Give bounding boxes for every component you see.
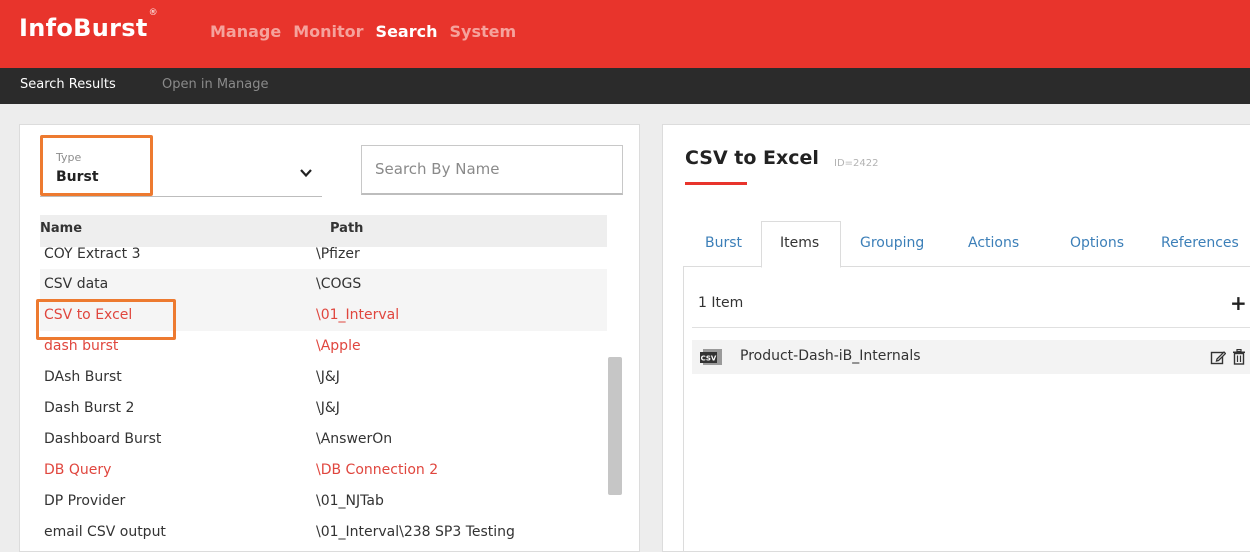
type-highlight-box <box>40 135 153 196</box>
divider <box>692 327 1250 328</box>
row-name: Dash Burst 2 <box>44 400 135 416</box>
search-placeholder: Search By Name <box>375 160 500 178</box>
row-name: dash burst <box>44 338 119 354</box>
column-header-name[interactable]: Name <box>40 221 82 236</box>
row-path: \01_Interval <box>316 307 400 323</box>
row-path: \J&J <box>316 369 340 385</box>
table-row[interactable]: COY Extract 3 \Pfizer <box>40 239 607 270</box>
nav-search[interactable]: Search <box>376 22 438 41</box>
detail-title: CSV to Excel <box>685 147 819 169</box>
nav-manage[interactable]: Manage <box>210 22 281 41</box>
search-results-tab[interactable]: Search Results <box>20 77 116 92</box>
edit-icon[interactable] <box>1210 349 1226 365</box>
burst-detail-panel: CSV to Excel ID=2422 Burst Items Groupin… <box>662 124 1250 552</box>
svg-text:CSV: CSV <box>701 355 717 363</box>
tab-grouping[interactable]: Grouping <box>860 235 924 251</box>
tab-options[interactable]: Options <box>1070 235 1124 251</box>
row-path: \01_NJTab <box>316 493 384 509</box>
detail-id: ID=2422 <box>834 158 879 169</box>
add-item-button[interactable]: + <box>1230 291 1247 315</box>
row-path: \01_Interval\238 SP3 Testing <box>316 524 515 540</box>
table-row[interactable]: Dashboard Burst \AnswerOn <box>40 424 607 455</box>
table-row[interactable]: DP Provider \01_NJTab <box>40 486 607 517</box>
row-path: \Pfizer <box>316 246 360 262</box>
row-name: CSV data <box>44 276 109 292</box>
table-row[interactable]: Dash Burst 2 \J&J <box>40 393 607 424</box>
sub-navigation-bar: Search Results Open in Manage <box>0 68 1250 104</box>
tab-references[interactable]: References <box>1161 235 1239 251</box>
title-underline <box>685 182 747 185</box>
table-row[interactable]: email CSV output \01_Interval\238 SP3 Te… <box>40 517 607 548</box>
search-results-panel: Type Burst Search By Name Name Path COY … <box>19 124 640 552</box>
infoburst-logo[interactable]: InfoBurst® <box>19 8 158 42</box>
table-row[interactable]: DAsh Burst \J&J <box>40 362 607 393</box>
items-pane: 1 Item + CSV Product-Dash-iB_Internals <box>683 267 1250 551</box>
search-by-name-input[interactable]: Search By Name <box>361 145 623 195</box>
table-row[interactable]: DB Query \DB Connection 2 <box>40 455 607 486</box>
row-path: \COGS <box>316 276 362 292</box>
nav-system[interactable]: System <box>449 22 516 41</box>
csv-file-icon: CSV <box>700 349 722 365</box>
column-header-path[interactable]: Path <box>330 221 363 236</box>
row-name: DP Provider <box>44 493 126 509</box>
nav-monitor[interactable]: Monitor <box>293 22 363 41</box>
item-count: 1 Item <box>698 295 744 311</box>
main-nav: Manage Monitor Search System <box>210 22 528 41</box>
top-navigation-bar: InfoBurst® Manage Monitor Search System <box>0 0 1250 68</box>
selected-row-highlight-box <box>36 299 176 340</box>
row-name: Dashboard Burst <box>44 431 162 447</box>
tab-items[interactable]: Items <box>780 235 819 251</box>
detail-tabs: Burst Items Grouping Actions Options Ref… <box>683 221 1250 268</box>
row-name: DAsh Burst <box>44 369 122 385</box>
row-name: COY Extract 3 <box>44 246 141 262</box>
list-item[interactable]: CSV Product-Dash-iB_Internals <box>692 340 1250 374</box>
row-path: \J&J <box>316 400 340 416</box>
row-path: \DB Connection 2 <box>316 462 439 478</box>
chevron-down-icon[interactable] <box>298 165 314 181</box>
trash-icon[interactable] <box>1232 349 1246 365</box>
row-path: \Apple <box>316 338 361 354</box>
table-row[interactable]: CSV data \COGS <box>40 269 607 300</box>
open-in-manage-link[interactable]: Open in Manage <box>162 77 268 92</box>
tab-burst[interactable]: Burst <box>705 235 742 251</box>
results-scrollbar[interactable] <box>608 357 622 495</box>
row-path: \AnswerOn <box>316 431 393 447</box>
tab-actions[interactable]: Actions <box>968 235 1019 251</box>
row-name: email CSV output <box>44 524 166 540</box>
row-name: DB Query <box>44 462 112 478</box>
item-name: Product-Dash-iB_Internals <box>740 348 921 364</box>
